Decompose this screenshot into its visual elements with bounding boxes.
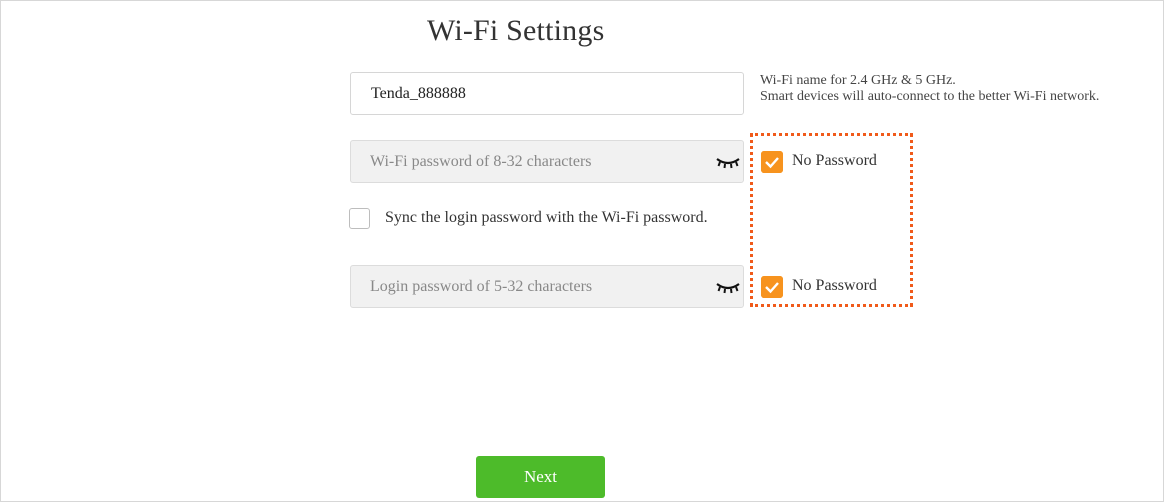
wifi-password-input[interactable]: Wi-Fi password of 8-32 characters: [350, 140, 744, 183]
eye-closed-icon[interactable]: [715, 153, 741, 171]
login-password-placeholder: Login password of 5-32 characters: [370, 278, 593, 295]
highlight-box: [750, 133, 913, 307]
wifi-name-hint-line2: Smart devices will auto-connect to the b…: [760, 89, 1100, 104]
wifi-password-placeholder: Wi-Fi password of 8-32 characters: [370, 153, 592, 170]
next-button[interactable]: Next: [476, 456, 605, 498]
wifi-name-hint: Wi-Fi name for 2.4 GHz & 5 GHz. Smart de…: [760, 73, 1099, 105]
page-title: Wi-Fi Settings: [427, 14, 605, 47]
wifi-name-input[interactable]: Tenda_888888: [350, 72, 744, 115]
eye-closed-icon[interactable]: [715, 278, 741, 296]
checkbox-unchecked-icon[interactable]: [349, 208, 370, 229]
login-password-input[interactable]: Login password of 5-32 characters: [350, 265, 744, 308]
sync-password-label: Sync the login password with the Wi-Fi p…: [385, 209, 708, 226]
wifi-name-hint-line1: Wi-Fi name for 2.4 GHz & 5 GHz.: [760, 73, 956, 88]
